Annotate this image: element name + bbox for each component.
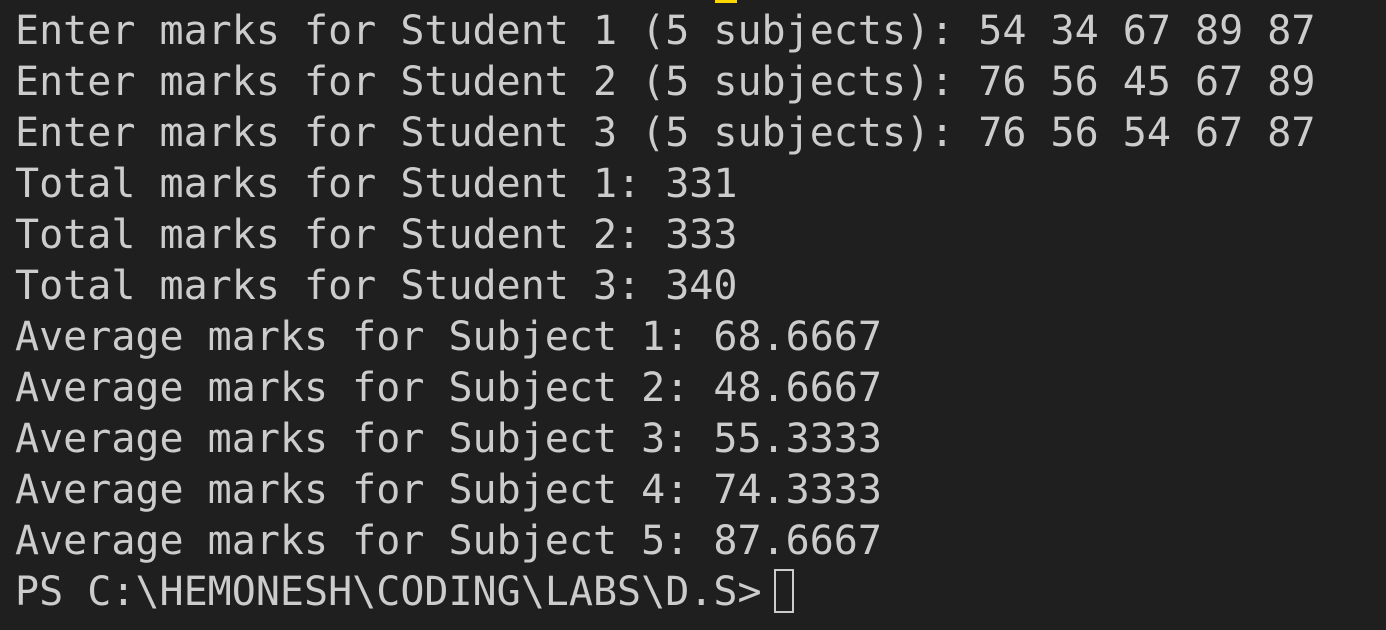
output-line-4: Total marks for Student 1: 331 xyxy=(15,161,738,207)
output-line-9: Average marks for Subject 3: 55.3333 xyxy=(15,416,882,462)
output-line-2: Enter marks for Student 2 (5 subjects): … xyxy=(15,59,1316,105)
block-cursor-icon[interactable] xyxy=(773,569,794,613)
output-line-5: Total marks for Student 2: 333 xyxy=(15,212,738,258)
output-line-1: Enter marks for Student 1 (5 subjects): … xyxy=(15,8,1316,54)
output-line-11: Average marks for Subject 5: 87.6667 xyxy=(15,518,882,564)
prompt-line[interactable]: PS C:\HEMONESH\CODING\LABS\D.S> xyxy=(15,567,794,618)
terminal-panel[interactable]: Enter marks for Student 1 (5 subjects): … xyxy=(0,0,1386,630)
output-line-8: Average marks for Subject 2: 48.6667 xyxy=(15,365,882,411)
output-line-7: Average marks for Subject 1: 68.6667 xyxy=(15,314,882,360)
output-line-10: Average marks for Subject 4: 74.3333 xyxy=(15,467,882,513)
highlight-marker xyxy=(715,0,737,3)
prompt-text: PS C:\HEMONESH\CODING\LABS\D.S> xyxy=(15,569,762,615)
output-line-6: Total marks for Student 3: 340 xyxy=(15,263,738,309)
output-line-3: Enter marks for Student 3 (5 subjects): … xyxy=(15,110,1316,156)
